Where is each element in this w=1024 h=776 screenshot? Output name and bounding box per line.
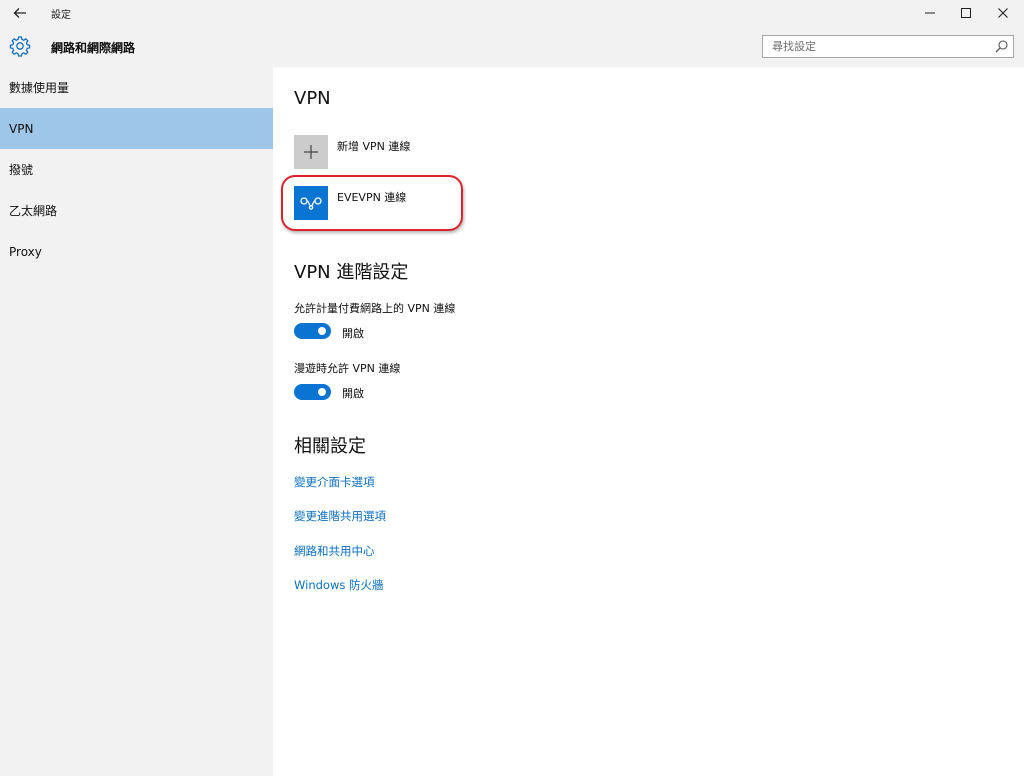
close-icon bbox=[998, 8, 1008, 18]
minimize-button[interactable] bbox=[911, 0, 949, 26]
roaming-vpn-label: 漫遊時允許 VPN 連線 bbox=[294, 362, 401, 375]
roaming-vpn-state: 開啟 bbox=[342, 387, 364, 400]
vpn-connection-icon bbox=[300, 197, 322, 210]
sidebar-nav: 數據使用量 VPN 撥號 乙太網路 Proxy bbox=[0, 67, 273, 776]
search-input[interactable] bbox=[763, 36, 988, 57]
sidebar-item-proxy[interactable]: Proxy bbox=[0, 231, 273, 272]
sidebar-item-ethernet[interactable]: 乙太網路 bbox=[0, 190, 273, 231]
search-icon[interactable] bbox=[994, 39, 1009, 54]
link-advanced-sharing[interactable]: 變更進階共用選項 bbox=[294, 508, 386, 524]
link-adapter-options[interactable]: 變更介面卡選項 bbox=[294, 474, 375, 490]
close-button[interactable] bbox=[984, 0, 1022, 26]
metered-vpn-state: 開啟 bbox=[342, 327, 364, 340]
main-content: VPN 新增 VPN 連線 EVEVPN 連線 VPN 進階設定 允許計量付費網… bbox=[273, 67, 1024, 776]
toggle-knob bbox=[318, 388, 326, 396]
metered-vpn-toggle[interactable] bbox=[294, 323, 331, 339]
sidebar-item-data-usage[interactable]: 數據使用量 bbox=[0, 67, 273, 108]
vpn-connection-item[interactable] bbox=[294, 186, 328, 220]
sidebar-item-label: VPN bbox=[9, 121, 34, 136]
add-vpn-button[interactable] bbox=[294, 135, 328, 169]
gear-icon bbox=[9, 36, 31, 57]
title-bar: 設定 bbox=[0, 0, 1024, 26]
back-button[interactable] bbox=[8, 3, 32, 23]
advanced-settings-heading: VPN 進階設定 bbox=[294, 262, 409, 283]
roaming-vpn-toggle[interactable] bbox=[294, 384, 331, 400]
sidebar-item-label: 數據使用量 bbox=[9, 81, 70, 95]
link-windows-firewall[interactable]: Windows 防火牆 bbox=[294, 577, 384, 593]
sidebar-item-label: Proxy bbox=[9, 244, 42, 259]
related-settings-heading: 相關設定 bbox=[294, 436, 366, 457]
plus-icon bbox=[304, 145, 318, 159]
toggle-knob bbox=[318, 327, 326, 335]
minimize-icon bbox=[925, 12, 935, 14]
vpn-heading: VPN bbox=[294, 88, 331, 109]
sidebar-item-label: 乙太網路 bbox=[9, 204, 58, 218]
app-title: 設定 bbox=[51, 10, 71, 21]
page-section-title: 網路和網際網路 bbox=[51, 41, 136, 55]
maximize-icon bbox=[961, 8, 971, 18]
header-bar: 網路和網際網路 bbox=[0, 26, 1024, 67]
vpn-connection-name[interactable]: EVEVPN 連線 bbox=[337, 189, 406, 205]
maximize-button[interactable] bbox=[947, 0, 985, 26]
arrow-left-icon bbox=[13, 8, 26, 18]
sidebar-item-vpn[interactable]: VPN bbox=[0, 108, 273, 149]
metered-vpn-label: 允許計量付費網路上的 VPN 連線 bbox=[294, 302, 456, 315]
sidebar-item-dialup[interactable]: 撥號 bbox=[0, 149, 273, 190]
link-network-sharing-center[interactable]: 網路和共用中心 bbox=[294, 543, 375, 559]
add-vpn-label[interactable]: 新增 VPN 連線 bbox=[337, 138, 410, 154]
search-box bbox=[762, 35, 1014, 58]
sidebar-item-label: 撥號 bbox=[9, 163, 34, 177]
